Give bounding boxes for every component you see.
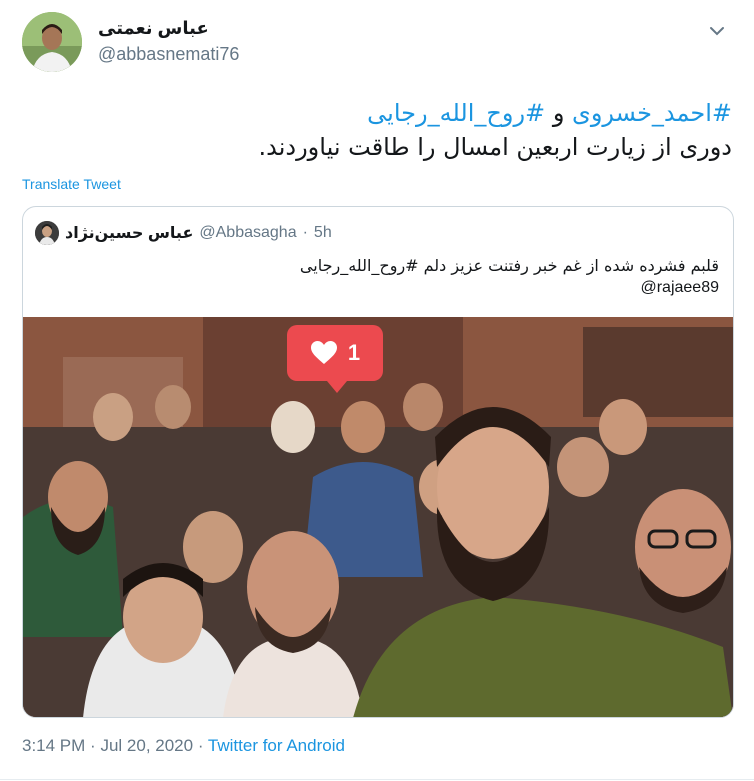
quoted-photo[interactable]: 1	[23, 317, 733, 717]
tweet-text-line-1: #احمد_خسروی و #روح_الله_رجایی	[32, 96, 732, 130]
quoted-tweet-header: عباس حسین‌نژاد @Abbasagha · 5h	[35, 221, 332, 245]
bottom-divider	[0, 779, 754, 780]
tweet-text-line-2: دوری از زیارت اربعین امسال را طاقت نیاور…	[258, 133, 732, 161]
tweet-text: #احمد_خسروی و #روح_الله_رجایی دوری از زی…	[32, 96, 732, 164]
separator-dot: ·	[197, 736, 204, 755]
tweet-header: عباس نعمتی @abbasnemati76	[22, 12, 734, 74]
author-handle[interactable]: @abbasnemati76	[98, 44, 239, 65]
conjunction-text: و	[552, 99, 565, 127]
hashtag-link[interactable]: #احمد_خسروی	[572, 99, 732, 127]
quoted-tweet-text: قلبم فشرده شده از غم خبر رفتنت عزیز دلم …	[299, 256, 719, 275]
quoted-author-handle: @Abbasagha	[199, 224, 297, 241]
hashtag-link[interactable]: #روح_الله_رجایی	[367, 99, 545, 127]
quoted-author-avatar	[35, 221, 59, 245]
tweet-meta: 3:14 PM · Jul 20, 2020 · Twitter for And…	[22, 736, 345, 756]
separator-dot: ·	[90, 736, 96, 755]
tweet-card: عباس نعمتی @abbasnemati76 #احمد_خسروی و …	[0, 0, 754, 781]
chevron-down-icon[interactable]	[708, 22, 726, 40]
like-notification-badge: 1	[287, 325, 383, 393]
heart-icon	[310, 340, 338, 366]
tweet-time[interactable]: 3:14 PM	[22, 736, 85, 755]
quoted-timestamp: 5h	[313, 224, 332, 241]
quoted-tweet[interactable]: عباس حسین‌نژاد @Abbasagha · 5h قلبم فشرد…	[22, 206, 734, 718]
like-count: 1	[347, 340, 361, 365]
tweet-source-link[interactable]: Twitter for Android	[208, 736, 345, 755]
author-avatar[interactable]	[22, 12, 82, 72]
quoted-mention: @rajaee89	[640, 279, 719, 296]
translate-tweet-link[interactable]: Translate Tweet	[22, 176, 121, 192]
quoted-author-name: عباس حسین‌نژاد	[65, 225, 194, 242]
author-name[interactable]: عباس نعمتی	[98, 18, 209, 39]
separator-dot: ·	[302, 224, 308, 241]
tweet-date[interactable]: Jul 20, 2020	[100, 736, 193, 755]
